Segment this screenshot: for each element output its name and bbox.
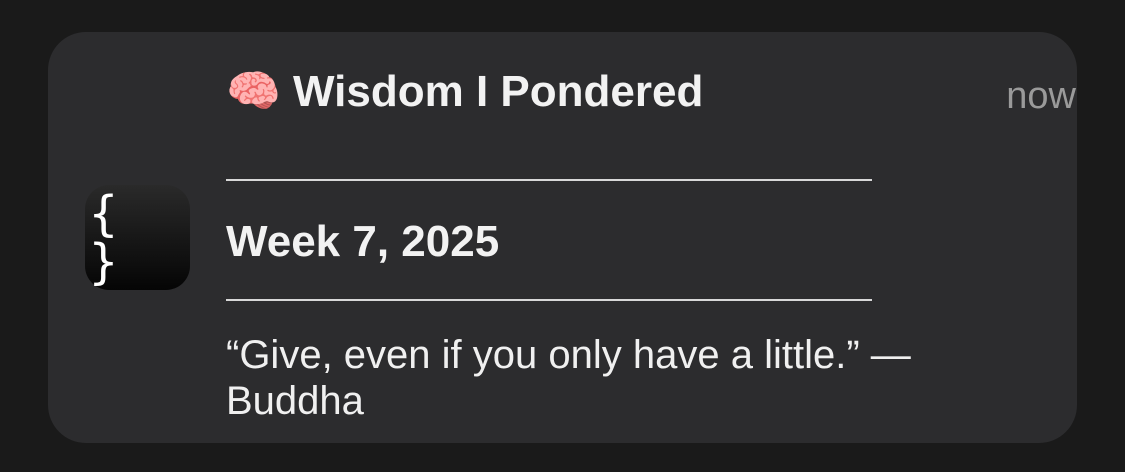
notification-title: 🧠 Wisdom I Pondered [226, 67, 704, 116]
divider-line [226, 179, 872, 181]
divider-line [226, 299, 872, 301]
notification-card[interactable]: { } 🧠 Wisdom I Pondered now Week 7, 2025… [48, 32, 1077, 443]
notification-timestamp: now [1006, 75, 1076, 117]
week-label: Week 7, 2025 [226, 217, 500, 266]
app-icon: { } [85, 185, 190, 290]
notification-content: 🧠 Wisdom I Pondered now Week 7, 2025 “Gi… [226, 66, 1076, 423]
notification-header: 🧠 Wisdom I Pondered now [226, 66, 1076, 126]
quote-text: “Give, even if you only have a little.” … [226, 333, 911, 423]
curly-braces-icon: { } [89, 185, 124, 290]
